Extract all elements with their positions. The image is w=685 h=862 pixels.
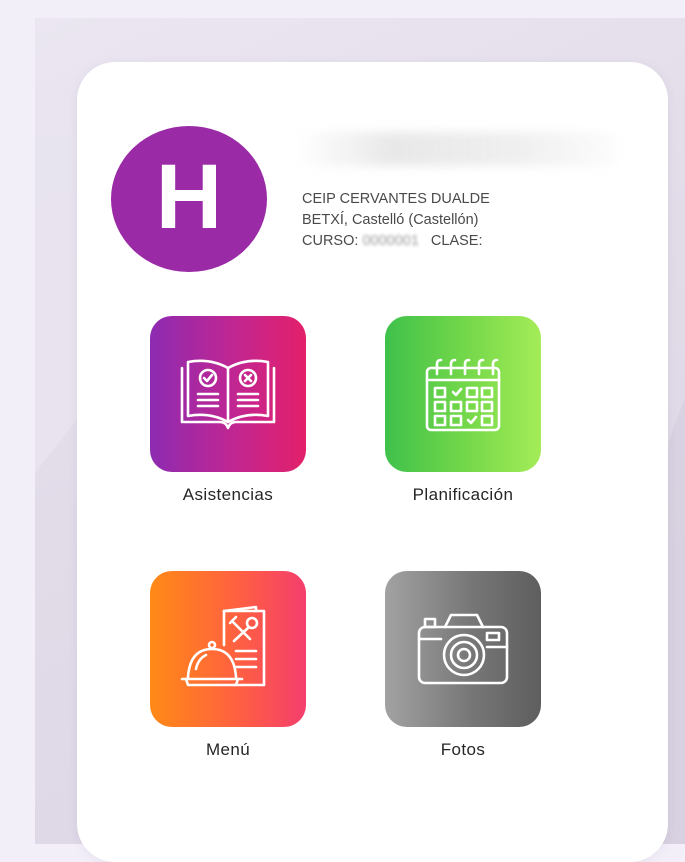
- tile-label-fotos: Fotos: [440, 740, 486, 759]
- attendance-book-icon: [180, 359, 276, 430]
- school-info: CEIP CERVANTES DUALDE BETXÍ, Castelló (C…: [302, 189, 490, 252]
- tile-asistencias[interactable]: Asistencias: [123, 316, 333, 505]
- camera-icon: [417, 613, 509, 685]
- course-label: CURSO:: [302, 233, 359, 249]
- class-label: CLASE:: [430, 233, 483, 249]
- planificacion-button[interactable]: [385, 316, 541, 472]
- calendar-icon: [425, 358, 501, 432]
- tile-fotos[interactable]: Fotos: [358, 571, 568, 760]
- fotos-button[interactable]: [385, 571, 541, 727]
- tile-menu[interactable]: Menú: [123, 571, 333, 760]
- tile-planificacion[interactable]: Planificación: [358, 316, 568, 505]
- student-name-redacted: [297, 132, 617, 166]
- menu-cloche-icon: [180, 605, 266, 687]
- course-value: 0000001: [362, 233, 419, 249]
- home-card: H CEIP CERVANTES DUALDE BETXÍ, Castelló …: [77, 62, 668, 862]
- asistencias-button[interactable]: [150, 316, 306, 472]
- school-location: BETXÍ, Castelló (Castellón): [302, 212, 479, 228]
- avatar[interactable]: H: [111, 126, 267, 272]
- tile-label-menu: Menú: [205, 740, 251, 759]
- school-name: CEIP CERVANTES DUALDE: [302, 191, 490, 207]
- course-class-line: CURSO: 0000001 CLASE:: [302, 231, 490, 252]
- avatar-letter: H: [155, 146, 223, 248]
- tile-label-asistencias: Asistencias: [182, 485, 274, 504]
- tile-label-planificacion: Planificación: [412, 485, 514, 504]
- menu-button[interactable]: [150, 571, 306, 727]
